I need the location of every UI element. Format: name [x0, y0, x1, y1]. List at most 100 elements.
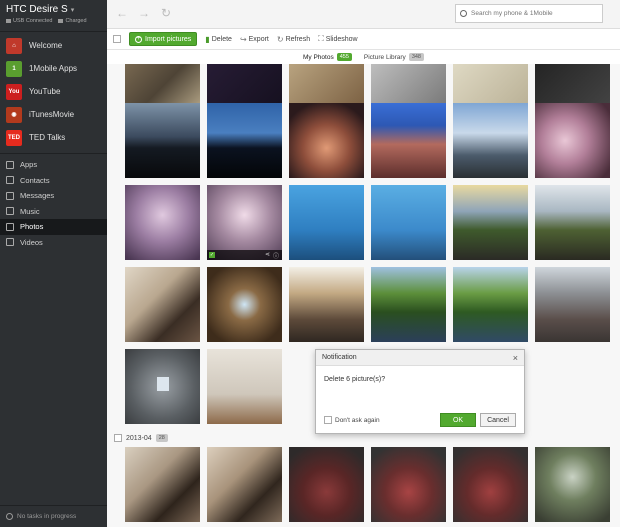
fullscreen-icon: ⛶	[318, 34, 324, 43]
apps-icon	[6, 160, 14, 169]
slideshow-button[interactable]: ⛶ Slideshow	[318, 34, 358, 44]
sidebar-app-youtube[interactable]: You YouTube	[0, 80, 107, 103]
photo-thumbnail[interactable]	[453, 103, 528, 178]
sidebar-item-label: Messages	[20, 191, 55, 201]
task-status-text: No tasks in progress	[17, 513, 77, 520]
info-icon[interactable]: ⓘ	[273, 251, 279, 260]
photo-thumbnail[interactable]	[453, 185, 528, 260]
photo-thumbnail[interactable]	[453, 267, 528, 342]
tab-count-badge: 348	[408, 53, 424, 61]
sidebar-app-ted-talks[interactable]: TED TED Talks	[0, 126, 107, 149]
date-group-checkbox[interactable]	[114, 434, 122, 442]
sidebar-item-messages[interactable]: Messages	[0, 188, 107, 204]
sidebar-item-label: Apps	[20, 160, 38, 170]
date-group-count: 28	[155, 434, 168, 442]
refresh-icon: ↻	[276, 34, 284, 44]
nav-list: Apps Contacts Messages Music Photos Videos	[0, 157, 107, 250]
forward-arrow-icon[interactable]: →	[138, 6, 150, 20]
battery-icon	[58, 18, 64, 23]
export-icon: ↪	[239, 34, 247, 44]
sidebar-item-music[interactable]: Music	[0, 204, 107, 220]
photo-thumbnail[interactable]	[125, 267, 200, 342]
photo-thumbnail[interactable]	[535, 185, 610, 260]
search-box[interactable]	[455, 4, 603, 23]
photo-thumbnail[interactable]	[371, 103, 446, 178]
delete-button[interactable]: ▮ Delete	[205, 35, 232, 44]
trash-icon: ▮	[205, 34, 210, 44]
date-group-header: 2013-04 28	[114, 434, 168, 442]
refresh-button[interactable]: ↻ Refresh	[277, 35, 310, 44]
device-header[interactable]: HTC Desire S ▾ USB Connected Charged	[0, 0, 107, 32]
cancel-button[interactable]: Cancel	[480, 413, 516, 427]
photo-thumbnail[interactable]	[207, 267, 282, 342]
photo-thumbnail[interactable]	[289, 447, 364, 522]
photo-thumbnail[interactable]	[535, 447, 610, 522]
close-icon[interactable]: ×	[513, 353, 518, 363]
sidebar-item-videos[interactable]: Videos	[0, 235, 107, 251]
date-group-label: 2013-04	[126, 434, 152, 442]
sidebar-app-itunesmovie[interactable]: ◉ iTunesMovie	[0, 103, 107, 126]
photo-thumbnail[interactable]	[371, 185, 446, 260]
dont-ask-option[interactable]: Don't ask again	[324, 416, 380, 424]
battery-status: Charged	[58, 18, 87, 24]
toolbar: + Import pictures ▮ Delete ↪ Export ↻ Re…	[107, 29, 620, 50]
sidebar-item-label: Photos	[20, 222, 44, 232]
back-arrow-icon[interactable]: ←	[116, 6, 128, 20]
ok-button[interactable]: OK	[440, 413, 476, 427]
tab-my-photos[interactable]: My Photos 455	[303, 53, 352, 61]
import-pictures-button[interactable]: + Import pictures	[129, 32, 198, 46]
share-icon[interactable]: ⋖	[265, 251, 270, 258]
sidebar: HTC Desire S ▾ USB Connected Charged ⌂ We…	[0, 0, 107, 527]
photo-thumbnail[interactable]	[207, 447, 282, 522]
sidebar-app-label: iTunesMovie	[29, 110, 75, 119]
photo-thumbnail[interactable]	[371, 267, 446, 342]
photo-thumbnail[interactable]	[289, 185, 364, 260]
photo-thumbnail[interactable]	[125, 103, 200, 178]
photo-thumbnail[interactable]	[535, 103, 610, 178]
photo-thumbnail[interactable]	[453, 447, 528, 522]
itunes-icon: ◉	[6, 106, 22, 123]
task-status-bar: No tasks in progress	[0, 505, 107, 527]
photo-thumbnail[interactable]	[289, 267, 364, 342]
dont-ask-checkbox[interactable]	[324, 416, 332, 424]
export-button[interactable]: ↪ Export	[240, 35, 269, 44]
app-list: ⌂ Welcome 1 1Mobile Apps You YouTube ◉ iTunesMo…	[0, 32, 107, 149]
plus-icon: +	[135, 35, 142, 43]
sidebar-item-photos[interactable]: Photos	[0, 219, 107, 235]
dialog-title: Notification	[322, 354, 357, 361]
chevron-down-icon[interactable]: ▾	[71, 6, 75, 14]
usb-status: USB Connected	[6, 18, 52, 24]
sidebar-app-label: Welcome	[29, 41, 63, 50]
sidebar-app-welcome[interactable]: ⌂ Welcome	[0, 34, 107, 57]
search-input[interactable]	[471, 10, 599, 17]
1mobile-icon: 1	[6, 60, 22, 77]
videos-icon	[6, 238, 14, 247]
search-icon	[460, 10, 467, 17]
check-icon[interactable]: ✓	[209, 252, 215, 258]
top-bar: ← → ↻	[107, 0, 620, 29]
sidebar-item-contacts[interactable]: Contacts	[0, 173, 107, 189]
sidebar-app-label: YouTube	[29, 87, 61, 96]
dialog-footer: Don't ask again OK Cancel	[316, 413, 524, 427]
photo-thumbnail[interactable]	[125, 185, 200, 260]
sidebar-app-1mobile-apps[interactable]: 1 1Mobile Apps	[0, 57, 107, 80]
photo-thumbnail[interactable]	[125, 349, 200, 424]
photo-thumbnail[interactable]	[207, 103, 282, 178]
photos-icon	[6, 222, 14, 231]
photo-note	[157, 377, 169, 391]
tab-count-badge: 455	[336, 53, 352, 61]
photo-thumbnail[interactable]	[371, 447, 446, 522]
tab-picture-library[interactable]: Picture Library 348	[364, 53, 424, 61]
select-all-checkbox[interactable]	[113, 35, 121, 43]
photo-thumbnail[interactable]	[289, 103, 364, 178]
reload-icon[interactable]: ↻	[161, 6, 171, 20]
photo-thumbnail[interactable]	[207, 349, 282, 424]
photo-thumbnail[interactable]: ✓ ⋖ ⓘ	[207, 185, 282, 260]
photo-thumbnail[interactable]	[535, 267, 610, 342]
photo-tabs: My Photos 455 Picture Library 348	[107, 50, 620, 64]
messages-icon	[6, 191, 14, 200]
sidebar-item-label: Contacts	[20, 175, 50, 185]
sidebar-item-apps[interactable]: Apps	[0, 157, 107, 173]
photo-thumbnail[interactable]	[125, 447, 200, 522]
sidebar-item-label: Videos	[20, 237, 43, 247]
